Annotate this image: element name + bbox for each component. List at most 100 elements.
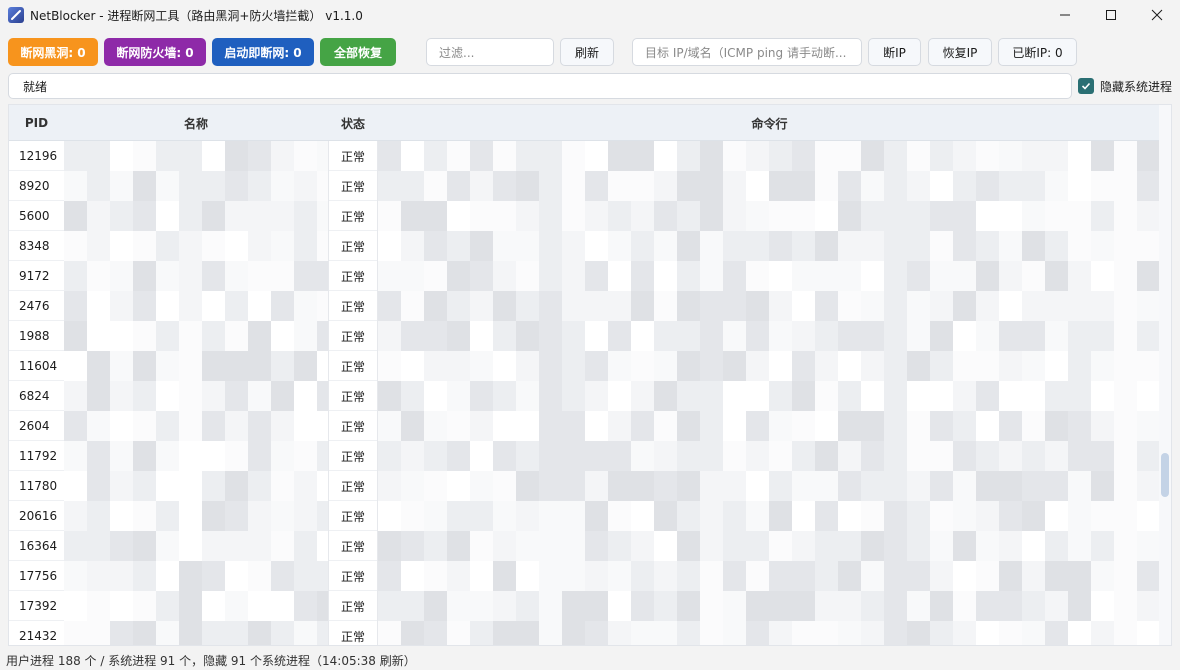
status-cell: 正常	[328, 141, 378, 171]
status-cell: 正常	[328, 531, 378, 561]
name-cell-redacted	[64, 561, 328, 591]
status-bar: 用户进程 188 个 / 系统进程 91 个，隐藏 91 个系统进程（14:05…	[0, 650, 1180, 670]
table-row[interactable]: 8920 正常	[9, 171, 1161, 201]
cmdline-cell-redacted	[378, 291, 1161, 321]
window-controls	[1042, 0, 1180, 30]
table-row[interactable]: 9172 正常	[9, 261, 1161, 291]
table-row[interactable]: 20616 正常	[9, 501, 1161, 531]
vertical-scrollbar[interactable]	[1159, 105, 1171, 645]
cmdline-cell-redacted	[378, 531, 1161, 561]
cmdline-cell-redacted	[378, 561, 1161, 591]
status-cell: 正常	[328, 471, 378, 501]
pid-cell: 16364	[19, 539, 58, 553]
status-cell: 正常	[328, 441, 378, 471]
cmdline-cell-redacted	[378, 261, 1161, 291]
status-cell: 正常	[328, 231, 378, 261]
table-row[interactable]: 11792 正常	[9, 441, 1161, 471]
name-cell-redacted	[64, 231, 328, 261]
name-cell-redacted	[64, 501, 328, 531]
column-header-cmdline[interactable]: 命令行	[378, 105, 1161, 141]
cmdline-cell-redacted	[378, 591, 1161, 621]
hide-system-checkbox[interactable]	[1078, 78, 1094, 94]
table-row[interactable]: 6824 正常	[9, 381, 1161, 411]
name-cell-redacted	[64, 441, 328, 471]
pid-cell: 17756	[19, 569, 58, 583]
name-cell-redacted	[64, 291, 328, 321]
cmdline-cell-redacted	[378, 621, 1161, 645]
maximize-button[interactable]	[1088, 0, 1134, 30]
table-row[interactable]: 12196 正常	[9, 141, 1161, 171]
name-cell-redacted	[64, 141, 328, 171]
hide-system-toggle[interactable]: 隐藏系统进程	[1078, 77, 1172, 95]
cmdline-cell-redacted	[378, 141, 1161, 171]
pid-cell: 8348	[19, 239, 50, 253]
pid-cell: 2604	[19, 419, 50, 433]
firewall-button[interactable]: 断网防火墙: 0	[104, 38, 206, 66]
refresh-button[interactable]: 刷新	[560, 38, 614, 66]
pid-cell: 11780	[19, 479, 58, 493]
window-title: NetBlocker - 进程断网工具（路由黑洞+防火墙拦截） v1.1.0	[30, 8, 363, 23]
title-bar: NetBlocker - 进程断网工具（路由黑洞+防火墙拦截） v1.1.0	[0, 0, 1180, 30]
cmdline-cell-redacted	[378, 231, 1161, 261]
blackhole-button[interactable]: 断网黑洞: 0	[8, 38, 98, 66]
table-row[interactable]: 17756 正常	[9, 561, 1161, 591]
table-row[interactable]: 16364 正常	[9, 531, 1161, 561]
minimize-button[interactable]	[1042, 0, 1088, 30]
name-cell-redacted	[64, 261, 328, 291]
restore-ip-button[interactable]: 恢复IP	[928, 38, 992, 66]
table-row[interactable]: 11780 正常	[9, 471, 1161, 501]
column-header-status[interactable]: 状态	[328, 105, 378, 141]
pid-cell: 11604	[19, 359, 58, 373]
name-cell-redacted	[64, 531, 328, 561]
filter-input[interactable]: 过滤...	[426, 38, 554, 66]
table-row[interactable]: 8348 正常	[9, 231, 1161, 261]
pid-cell: 21432	[19, 629, 58, 643]
status-cell: 正常	[328, 621, 378, 645]
pid-cell: 5600	[19, 209, 50, 223]
pid-cell: 20616	[19, 509, 58, 523]
table-row[interactable]: 2604 正常	[9, 411, 1161, 441]
column-header-name[interactable]: 名称	[64, 105, 328, 141]
status-cell: 正常	[328, 321, 378, 351]
table-row[interactable]: 1988 正常	[9, 321, 1161, 351]
scrollbar-thumb[interactable]	[1161, 453, 1169, 497]
name-cell-redacted	[64, 411, 328, 441]
status-cell: 正常	[328, 351, 378, 381]
cmdline-cell-redacted	[378, 201, 1161, 231]
column-header-pid[interactable]: PID	[9, 105, 64, 141]
name-cell-redacted	[64, 591, 328, 621]
cmdline-cell-redacted	[378, 321, 1161, 351]
status-cell: 正常	[328, 591, 378, 621]
startup-block-button[interactable]: 启动即断网: 0	[212, 38, 314, 66]
app-icon	[8, 7, 24, 23]
close-button[interactable]	[1134, 0, 1180, 30]
table-row[interactable]: 5600 正常	[9, 201, 1161, 231]
pid-cell: 6824	[19, 389, 50, 403]
restore-all-button[interactable]: 全部恢复	[320, 38, 396, 66]
target-ip-input[interactable]: 目标 IP/域名（ICMP ping 请手动断...	[632, 38, 862, 66]
table-row[interactable]: 2476 正常	[9, 291, 1161, 321]
status-cell: 正常	[328, 381, 378, 411]
table-row[interactable]: 17392 正常	[9, 591, 1161, 621]
cmdline-cell-redacted	[378, 411, 1161, 441]
status-cell: 正常	[328, 501, 378, 531]
toolbar: 断网黑洞: 0 断网防火墙: 0 启动即断网: 0 全部恢复 过滤... 刷新 …	[0, 38, 1180, 68]
cmdline-cell-redacted	[378, 381, 1161, 411]
status-cell: 正常	[328, 291, 378, 321]
status-cell: 正常	[328, 171, 378, 201]
process-table[interactable]: PID 名称 状态 命令行 12196 正常 8920 正常 5600 正常 8348 正常 9…	[8, 104, 1172, 646]
name-cell-redacted	[64, 621, 328, 645]
maximize-icon	[1106, 10, 1116, 20]
minimize-icon	[1060, 14, 1070, 16]
table-row[interactable]: 11604 正常	[9, 351, 1161, 381]
name-cell-redacted	[64, 351, 328, 381]
name-cell-redacted	[64, 321, 328, 351]
name-cell-redacted	[64, 201, 328, 231]
blocked-ip-count-button[interactable]: 已断IP: 0	[998, 38, 1077, 66]
cmdline-cell-redacted	[378, 501, 1161, 531]
table-row[interactable]: 21432 正常	[9, 621, 1161, 645]
block-ip-button[interactable]: 断IP	[868, 38, 921, 66]
pid-cell: 17392	[19, 599, 58, 613]
cmdline-cell-redacted	[378, 471, 1161, 501]
pid-cell: 9172	[19, 269, 50, 283]
